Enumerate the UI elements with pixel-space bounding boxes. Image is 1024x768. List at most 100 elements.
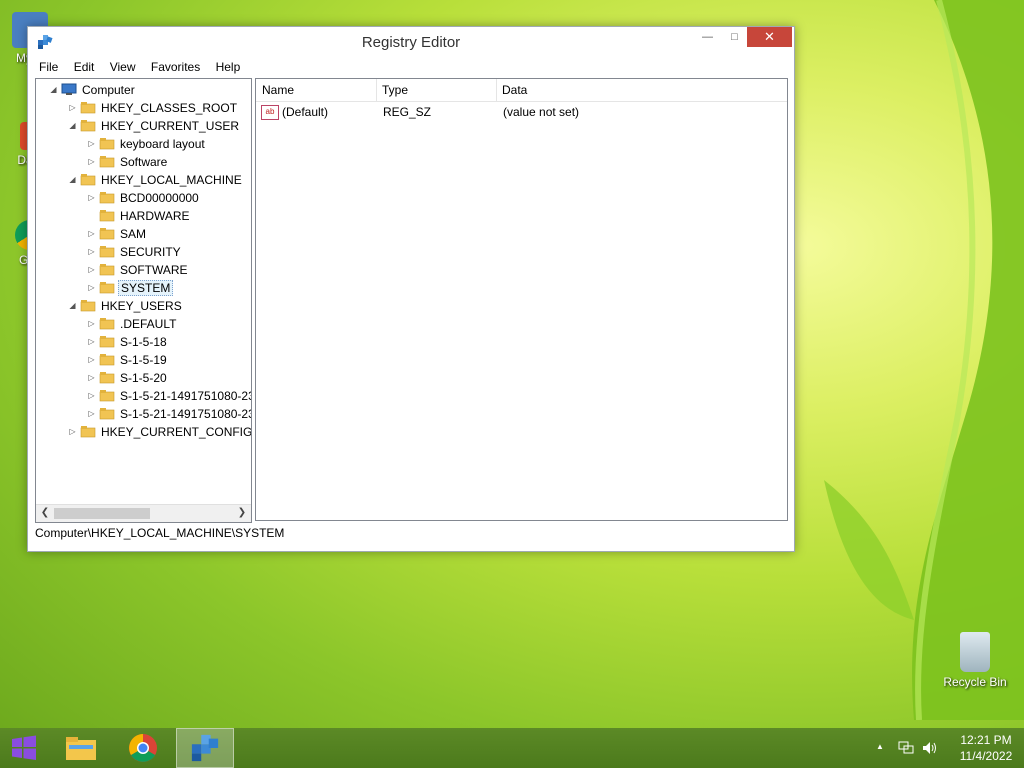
folder-icon <box>80 120 96 132</box>
tree-node-label: SYSTEM <box>118 280 174 296</box>
column-header-name[interactable]: Name <box>256 79 377 101</box>
folder-icon <box>80 426 96 438</box>
tree-expander-icon[interactable]: ◢ <box>67 171 78 189</box>
tree-expander-icon[interactable]: ▷ <box>86 333 97 351</box>
tree-expander-icon[interactable]: ▷ <box>86 369 97 387</box>
folder-icon <box>99 138 115 150</box>
tree-node[interactable]: ▷ S-1-5-21-1491751080-236 <box>86 387 251 405</box>
tree-node[interactable]: ◢ Computer <box>48 81 137 99</box>
windows-logo-icon <box>12 735 36 760</box>
scroll-right-arrow-icon[interactable]: ❯ <box>235 507 249 519</box>
column-header-data[interactable]: Data <box>496 79 786 101</box>
tree-node[interactable]: ▷ SYSTEM <box>86 279 174 297</box>
tree-node-label: S-1-5-21-1491751080-236 <box>120 389 251 403</box>
column-headers: Name Type Data <box>256 79 787 102</box>
system-tray: ▲ 12:21 PM 11/4/2022 <box>870 728 1024 768</box>
tree-node[interactable]: ▷ keyboard layout <box>86 135 207 153</box>
tree-horizontal-scrollbar[interactable]: ❮ ❯ <box>36 504 251 522</box>
folder-icon <box>99 282 115 294</box>
tree-expander-icon[interactable]: ▷ <box>86 315 97 333</box>
window-title: Registry Editor <box>361 34 461 51</box>
value-list[interactable]: Name Type Data ab (Default) REG_SZ (value… <box>255 78 788 521</box>
registry-tree[interactable]: ◢ Computer ▷ HKEY_CLASSES_ROOT ◢ HKEY_CURRENT… <box>35 78 252 523</box>
tree-node[interactable]: ◢ HKEY_USERS <box>67 297 184 315</box>
folder-icon <box>80 300 96 312</box>
menu-favorites[interactable]: Favorites <box>145 57 206 77</box>
folder-icon <box>99 372 115 384</box>
tree-expander-icon[interactable]: ▷ <box>86 189 97 207</box>
value-row[interactable]: ab (Default) REG_SZ (value not set) <box>256 103 787 122</box>
tree-expander-icon[interactable]: ▷ <box>86 153 97 171</box>
menu-file[interactable]: File <box>33 57 64 77</box>
tree-node[interactable]: ▷ HKEY_CURRENT_CONFIG <box>67 423 251 441</box>
tree-node-label: .DEFAULT <box>120 317 177 331</box>
tree-node[interactable]: ▷ S-1-5-18 <box>86 333 169 351</box>
scroll-left-arrow-icon[interactable]: ❮ <box>38 507 52 519</box>
title-bar[interactable]: Registry Editor — □ ✕ <box>28 27 794 57</box>
folder-icon <box>99 192 115 204</box>
menu-bar: File Edit View Favorites Help <box>33 57 794 77</box>
tree-node[interactable]: ▷ S-1-5-20 <box>86 369 169 387</box>
scroll-thumb[interactable] <box>54 508 150 519</box>
tree-node[interactable]: ▷ Software <box>86 153 169 171</box>
menu-edit[interactable]: Edit <box>68 57 101 77</box>
folder-icon <box>99 336 115 348</box>
tree-node[interactable]: ▷ S-1-5-19 <box>86 351 169 369</box>
tree-node[interactable]: HARDWARE <box>86 207 192 225</box>
volume-icon[interactable] <box>922 741 938 755</box>
menu-help[interactable]: Help <box>210 57 247 77</box>
tree-expander-icon[interactable]: ▷ <box>86 279 97 297</box>
clock[interactable]: 12:21 PM 11/4/2022 <box>952 732 1020 764</box>
folder-icon <box>99 408 115 420</box>
start-button[interactable] <box>0 728 48 768</box>
tree-node-label: HARDWARE <box>120 209 190 223</box>
folder-icon <box>66 737 96 760</box>
folder-icon <box>99 228 115 240</box>
tree-expander-icon[interactable]: ◢ <box>67 117 78 135</box>
close-button[interactable]: ✕ <box>747 27 792 47</box>
tree-expander-icon[interactable]: ▷ <box>86 351 97 369</box>
tree-expander-icon[interactable]: ▷ <box>67 423 78 441</box>
tree-node-label: S-1-5-19 <box>120 353 167 367</box>
file-explorer-taskbar-button[interactable] <box>56 728 106 768</box>
tree-node-label: HKEY_USERS <box>101 299 182 313</box>
tree-node[interactable]: ▷ SAM <box>86 225 148 243</box>
computer-icon <box>61 83 77 95</box>
tree-node[interactable]: ◢ HKEY_LOCAL_MACHINE <box>67 171 244 189</box>
tree-node[interactable]: ▷ SECURITY <box>86 243 183 261</box>
tree-node[interactable]: ▷ BCD00000000 <box>86 189 201 207</box>
tree-node[interactable]: ▷ .DEFAULT <box>86 315 178 333</box>
tree-expander-icon[interactable]: ▷ <box>86 261 97 279</box>
folder-icon <box>99 390 115 402</box>
tree-node[interactable]: ▷ SOFTWARE <box>86 261 190 279</box>
tree-expander-icon[interactable]: ▷ <box>67 99 78 117</box>
maximize-button[interactable]: □ <box>721 27 748 47</box>
tree-expander-icon[interactable]: ▷ <box>86 387 97 405</box>
tree-node-label: S-1-5-21-1491751080-236 <box>120 407 251 421</box>
tree-expander-icon[interactable]: ▷ <box>86 135 97 153</box>
status-bar: Computer\HKEY_LOCAL_MACHINE\SYSTEM <box>35 526 285 540</box>
tree-node[interactable]: ◢ HKEY_CURRENT_USER <box>67 117 241 135</box>
tree-expander-icon[interactable]: ▷ <box>86 243 97 261</box>
value-data: (value not set) <box>503 105 580 119</box>
tree-node-label: S-1-5-18 <box>120 335 167 349</box>
tree-expander-icon[interactable]: ◢ <box>48 81 59 99</box>
folder-icon <box>80 102 96 114</box>
tree-expander-icon[interactable]: ▷ <box>86 225 97 243</box>
registry-editor-window: Registry Editor — □ ✕ File Edit View Fav… <box>27 26 795 552</box>
regedit-icon <box>191 734 219 762</box>
tree-expander-icon[interactable]: ◢ <box>67 297 78 315</box>
chrome-taskbar-button[interactable] <box>118 728 168 768</box>
desktop-icon-label: Recycle Bin <box>943 675 1007 689</box>
column-header-type[interactable]: Type <box>376 79 497 101</box>
chrome-icon <box>129 734 157 762</box>
regedit-taskbar-button[interactable] <box>176 728 234 768</box>
tree-expander-icon[interactable]: ▷ <box>86 405 97 423</box>
recycle-bin-icon[interactable]: Recycle Bin <box>940 632 1010 689</box>
show-hidden-icons-button[interactable]: ▲ <box>876 742 884 751</box>
tree-node[interactable]: ▷ HKEY_CLASSES_ROOT <box>67 99 239 117</box>
menu-view[interactable]: View <box>104 57 142 77</box>
network-icon[interactable] <box>898 741 914 755</box>
minimize-button[interactable]: — <box>694 27 721 47</box>
tree-node[interactable]: ▷ S-1-5-21-1491751080-236 <box>86 405 251 423</box>
